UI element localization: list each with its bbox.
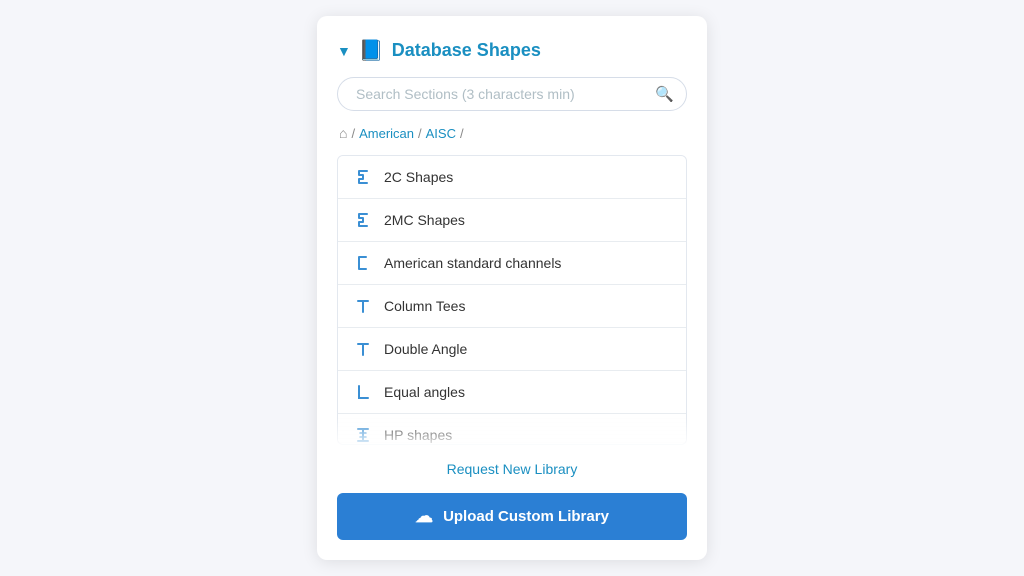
search-input[interactable] — [337, 77, 687, 111]
list-item-label: American standard channels — [384, 255, 561, 271]
breadcrumb-sep-2: / — [418, 126, 422, 141]
list-item-label: Equal angles — [384, 384, 465, 400]
list-item-label: 2C Shapes — [384, 169, 453, 185]
shape-icon — [352, 424, 374, 445]
cloud-upload-icon: ☁ — [415, 506, 433, 527]
shape-icon — [352, 338, 374, 360]
collapse-arrow-icon[interactable]: ▼ — [337, 43, 351, 59]
list-item[interactable]: Equal angles — [338, 371, 686, 414]
breadcrumb-aisc[interactable]: AISC — [426, 126, 456, 141]
list-item-label: 2MC Shapes — [384, 212, 465, 228]
upload-custom-library-button[interactable]: ☁ Upload Custom Library — [337, 493, 687, 540]
shape-icon — [352, 295, 374, 317]
shape-icon — [352, 252, 374, 274]
panel-title-text: Database Shapes — [392, 40, 541, 61]
book-icon: 📘 — [359, 38, 384, 63]
list-item[interactable]: 2MC Shapes — [338, 199, 686, 242]
shape-icon — [352, 381, 374, 403]
list-item[interactable]: 2C Shapes — [338, 156, 686, 199]
shape-icon — [352, 209, 374, 231]
list-item[interactable]: HP shapes — [338, 414, 686, 445]
home-icon[interactable]: ⌂ — [339, 125, 347, 141]
shapes-list-wrapper: 2C Shapes 2MC Shapes American standard c… — [337, 155, 687, 445]
list-item[interactable]: American standard channels — [338, 242, 686, 285]
upload-button-label: Upload Custom Library — [443, 508, 609, 525]
list-item[interactable]: Double Angle — [338, 328, 686, 371]
panel-title-row: ▼ 📘 Database Shapes — [337, 38, 687, 63]
breadcrumb-american[interactable]: American — [359, 126, 414, 141]
breadcrumb-sep-3: / — [460, 126, 464, 141]
breadcrumb: ⌂ / American / AISC / — [337, 125, 687, 141]
database-shapes-panel: ▼ 📘 Database Shapes 🔍 ⌂ / American / AIS… — [317, 16, 707, 560]
search-wrapper: 🔍 — [337, 77, 687, 111]
shape-icon — [352, 166, 374, 188]
list-item[interactable]: Column Tees — [338, 285, 686, 328]
list-item-label: HP shapes — [384, 427, 452, 443]
request-new-library-link[interactable]: Request New Library — [337, 459, 687, 479]
breadcrumb-sep-1: / — [351, 126, 355, 141]
list-item-label: Column Tees — [384, 298, 465, 314]
shapes-list[interactable]: 2C Shapes 2MC Shapes American standard c… — [337, 155, 687, 445]
list-item-label: Double Angle — [384, 341, 467, 357]
